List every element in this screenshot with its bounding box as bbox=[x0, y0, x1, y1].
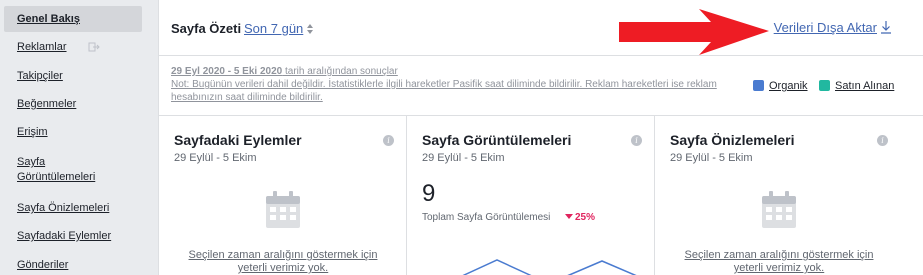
sidebar-item-posts[interactable]: Gönderiler bbox=[4, 258, 142, 273]
info-icon[interactable]: i bbox=[631, 135, 642, 146]
metric-cards: Sayfadaki Eylemler i 29 Eylül - 5 Ekim S… bbox=[159, 115, 923, 275]
metric-value: 9 bbox=[422, 180, 436, 207]
date-range-label: 29 Eyl 2020 - 5 Eki 2020 bbox=[171, 66, 283, 77]
sidebar: Genel Bakış Reklamlar Takipçiler Beğenme… bbox=[0, 0, 146, 275]
info-icon[interactable]: i bbox=[383, 135, 394, 146]
sidebar-item-page-views[interactable]: Sayfa Görüntülemeleri bbox=[4, 155, 114, 185]
card-title: Sayfa Önizlemeleri bbox=[670, 132, 795, 148]
card-subtitle: 29 Eylül - 5 Ekim bbox=[422, 152, 505, 164]
legend-swatch bbox=[753, 80, 764, 91]
sidebar-item-page-previews[interactable]: Sayfa Önizlemeleri bbox=[4, 201, 142, 216]
date-range-notice: 29 Eyl 2020 - 5 Eki 2020 tarih aralığınd… bbox=[171, 65, 736, 104]
info-icon[interactable]: i bbox=[877, 135, 888, 146]
sidebar-item-ads[interactable]: Reklamlar bbox=[4, 40, 142, 55]
card-subtitle: 29 Eylül - 5 Ekim bbox=[670, 152, 753, 164]
sidebar-item-page-actions[interactable]: Sayfadaki Eylemler bbox=[4, 229, 142, 244]
card-page-actions[interactable]: Sayfadaki Eylemler i 29 Eylül - 5 Ekim S… bbox=[159, 116, 407, 275]
sidebar-item-label: Reklamlar bbox=[17, 41, 67, 53]
date-range-suffix: tarih aralığından sonuçlar bbox=[282, 66, 398, 77]
sort-arrows-icon[interactable] bbox=[307, 24, 313, 34]
legend-item-paid[interactable]: Satın Alınan bbox=[819, 80, 894, 92]
download-icon[interactable] bbox=[880, 20, 892, 34]
summary-header: Sayfa Özeti Son 7 gün Verileri Dışa Akta… bbox=[159, 0, 923, 56]
timezone-note[interactable]: Not: Bugünün verileri dahil değildir. İs… bbox=[171, 78, 736, 104]
page-title: Sayfa Özeti bbox=[171, 21, 242, 36]
metric-label: Toplam Sayfa Görüntülemesi bbox=[422, 212, 551, 223]
sidebar-item-label: Gönderiler bbox=[17, 259, 69, 271]
sidebar-item-likes[interactable]: Beğenmeler bbox=[4, 97, 142, 112]
card-title: Sayfadaki Eylemler bbox=[174, 132, 302, 148]
sidebar-item-label: Beğenmeler bbox=[17, 98, 77, 110]
empty-state-message[interactable]: Seçilen zaman aralığını göstermek için y… bbox=[669, 249, 889, 275]
calendar-icon bbox=[762, 191, 796, 228]
calendar-icon bbox=[266, 191, 300, 228]
trend-down-icon bbox=[565, 214, 573, 219]
mini-line-chart bbox=[462, 259, 637, 275]
trend-badge: 25% bbox=[565, 212, 595, 223]
card-page-views[interactable]: Sayfa Görüntülemeleri i 29 Eylül - 5 Eki… bbox=[407, 116, 655, 275]
legend-label: Satın Alınan bbox=[835, 80, 895, 92]
sidebar-item-label: Sayfa Görüntülemeleri bbox=[17, 156, 96, 183]
period-dropdown[interactable]: Son 7 gün bbox=[244, 21, 303, 36]
legend-label: Organik bbox=[769, 80, 808, 92]
sidebar-item-label: Sayfa Önizlemeleri bbox=[17, 202, 110, 214]
sidebar-item-label: Genel Bakış bbox=[17, 13, 80, 25]
card-page-previews[interactable]: Sayfa Önizlemeleri i 29 Eylül - 5 Ekim S… bbox=[655, 116, 923, 275]
main-panel: Sayfa Özeti Son 7 gün Verileri Dışa Akta… bbox=[158, 0, 923, 275]
sidebar-item-label: Takipçiler bbox=[17, 70, 63, 82]
empty-state-message[interactable]: Seçilen zaman aralığını göstermek için y… bbox=[173, 249, 393, 275]
card-subtitle: 29 Eylül - 5 Ekim bbox=[174, 152, 257, 164]
sidebar-item-label: Erişim bbox=[17, 126, 48, 138]
card-title: Sayfa Görüntülemeleri bbox=[422, 132, 572, 148]
sidebar-item-followers[interactable]: Takipçiler bbox=[4, 69, 142, 84]
trend-value: 25% bbox=[575, 212, 596, 223]
sidebar-item-reach[interactable]: Erişim bbox=[4, 125, 142, 140]
date-range-text[interactable]: 29 Eyl 2020 - 5 Eki 2020 tarih aralığınd… bbox=[171, 65, 736, 78]
sidebar-item-overview[interactable]: Genel Bakış bbox=[4, 6, 142, 32]
annotation-arrow-icon bbox=[619, 9, 769, 55]
export-data-link[interactable]: Verileri Dışa Aktar bbox=[774, 20, 877, 35]
legend-item-organic[interactable]: Organik bbox=[753, 80, 808, 92]
sidebar-item-label: Sayfadaki Eylemler bbox=[17, 230, 112, 242]
legend-swatch bbox=[819, 80, 830, 91]
locked-icon bbox=[88, 42, 100, 52]
